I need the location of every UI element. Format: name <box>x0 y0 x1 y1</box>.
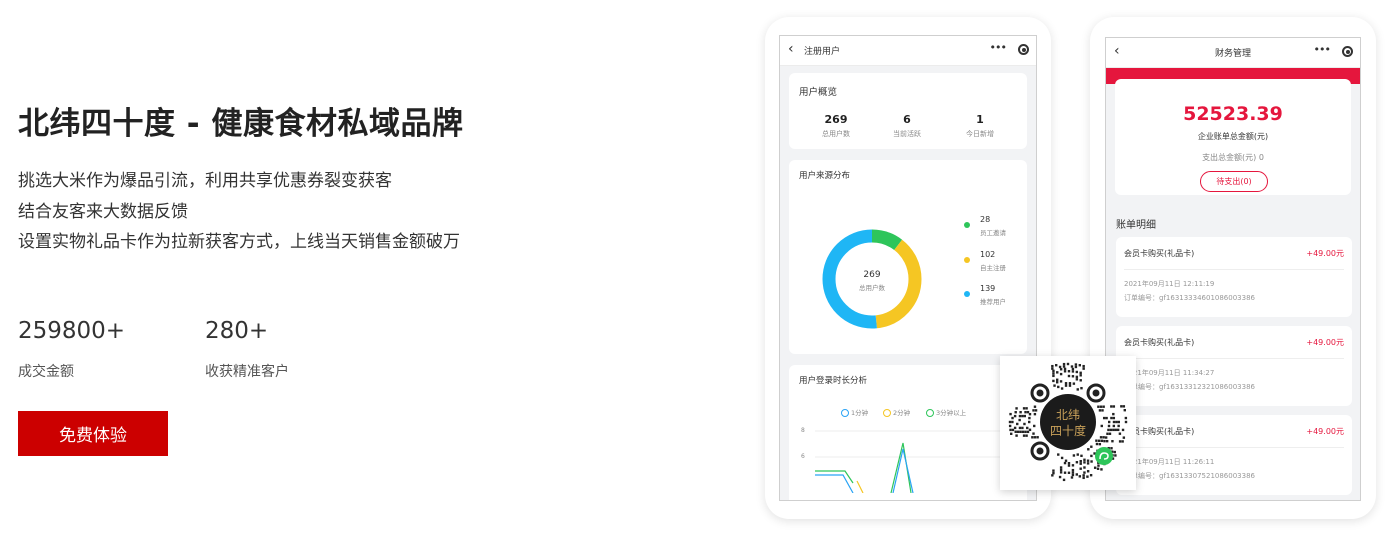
overview-stat: 6 当前活跃 <box>872 113 942 139</box>
bill-list-heading: 账单明细 <box>1116 220 1156 231</box>
legend-marker <box>841 409 849 417</box>
stat-sales: 259800+ 成交金额 <box>18 318 125 381</box>
bill-item[interactable]: 会员卡购买(礼品卡) +49.00元 2021年09月11日 11:26:11 … <box>1116 415 1352 495</box>
bill-title: 会员卡购买(礼品卡) <box>1124 249 1195 258</box>
overview-value: 1 <box>976 113 984 126</box>
pending-expense-button[interactable]: 待支出(0) <box>1200 171 1268 192</box>
mini-program-icon <box>1095 447 1113 465</box>
nav-bar: ‹ 注册用户 ••• <box>780 36 1036 66</box>
line-series-2min <box>856 480 864 493</box>
legend-label: 2分钟 <box>893 409 911 417</box>
qr-finder-dot <box>1036 447 1044 455</box>
login-card: 用户登录时长分析 1分钟 2分钟 3分钟以上 8 6 <box>789 365 1027 500</box>
close-mini-program-icon[interactable] <box>1018 44 1029 55</box>
legend-label: 自主注册 <box>980 264 1006 272</box>
legend-label: 1分钟 <box>851 409 869 417</box>
bill-amount: +49.00元 <box>1306 338 1344 347</box>
free-trial-button[interactable]: 免费体验 <box>18 411 168 456</box>
qr-code-image: 北纬四十度 <box>1008 362 1128 482</box>
brand-logo-text: 北纬 <box>1056 408 1080 422</box>
legend-value: 28 <box>980 215 991 224</box>
line-legend-item: 2分钟 <box>883 407 910 417</box>
donut-center-label: 总用户数 <box>859 284 885 292</box>
divider <box>1124 269 1344 270</box>
description: 挑选大米作为爆品引流，利用共享优惠券裂变获客 结合友客来大数据反馈 设置实物礼品… <box>18 166 460 258</box>
y-tick-label: 6 <box>801 453 805 460</box>
donut-center-value: 269 <box>863 270 881 280</box>
overview-stat: 1 今日新增 <box>945 113 1015 139</box>
legend-marker <box>883 409 891 417</box>
stat-label: 收获精准客户 <box>205 364 289 380</box>
description-line: 结合友客来大数据反馈 <box>18 201 188 222</box>
login-line-chart <box>815 430 1015 493</box>
y-tick-label: 8 <box>801 427 805 434</box>
legend-marker <box>926 409 934 417</box>
stat-label: 成交金额 <box>18 364 74 380</box>
description-line: 设置实物礼品卡作为拉新获客方式，上线当天销售金额破万 <box>18 232 460 252</box>
expense-total: 支出总金额(元) 0 <box>1202 153 1264 162</box>
bill-order-number: 订单编号：gf1631330752108600338​6 <box>1124 472 1255 480</box>
close-mini-program-icon[interactable] <box>1342 46 1353 57</box>
more-icon[interactable]: ••• <box>1314 43 1331 56</box>
line-series-3min <box>815 470 854 484</box>
card-title: 用户概览 <box>799 87 838 98</box>
bill-item[interactable]: 会员卡购买(礼品卡) +49.00元 2021年09月11日 11:34:27 … <box>1116 326 1352 406</box>
overview-label: 今日新增 <box>966 130 994 138</box>
bill-order-number: 订单编号：gf1631331232108600338​6 <box>1124 383 1255 391</box>
divider <box>1124 358 1344 359</box>
bill-item[interactable]: 会员卡购买(礼品卡) +49.00元 2021年09月11日 12:11:19 … <box>1116 237 1352 317</box>
stat-customers: 280+ 收获精准客户 <box>205 318 289 381</box>
overview-card: 用户概览 269 总用户数 6 当前活跃 1 今日新增 <box>789 73 1027 149</box>
nav-bar: ‹ 财务管理 ••• <box>1106 38 1360 68</box>
card-title: 用户来源分布 <box>799 171 851 181</box>
more-icon[interactable]: ••• <box>990 41 1007 54</box>
total-amount-card: 52523.39 企业账单总金额(元) 支出总金额(元) 0 待支出(0) <box>1115 79 1351 195</box>
line-series-1min <box>815 474 854 493</box>
phone-screen: ‹ 财务管理 ••• 52523.39 企业账单总金额(元) 支出总金额(元) … <box>1105 37 1361 501</box>
legend-dot <box>964 222 970 228</box>
overview-stat: 269 总用户数 <box>801 113 871 139</box>
bill-amount: +49.00元 <box>1306 427 1344 436</box>
total-amount-label: 企业账单总金额(元) <box>1197 132 1269 141</box>
bill-date: 2021年09月11日 11:26:11 <box>1124 458 1215 466</box>
line-legend-item: 1分钟 <box>841 407 868 417</box>
stat-value: 259800+ <box>18 318 126 344</box>
line-series-3min-peak <box>890 442 912 493</box>
back-icon[interactable]: ‹ <box>788 41 794 57</box>
overview-label: 总用户数 <box>822 130 850 138</box>
total-amount: 52523.39 <box>1183 103 1283 125</box>
bill-date: 2021年09月11日 12:11:19 <box>1124 280 1215 288</box>
bill-order-number: 订单编号：gf1631333460108600338​6 <box>1124 294 1255 302</box>
divider <box>1124 447 1344 448</box>
page: 北纬四十度 - 健康食材私域品牌 挑选大米作为爆品引流，利用共享优惠券裂变获客 … <box>0 0 1395 533</box>
bill-title: 会员卡购买(礼品卡) <box>1124 338 1195 347</box>
qr-finder-dot <box>1092 389 1100 397</box>
stat-value: 280+ <box>205 318 269 344</box>
overview-label: 当前活跃 <box>893 130 921 138</box>
bill-amount: +49.00元 <box>1306 249 1344 258</box>
line-legend-item: 3分钟以上 <box>926 407 966 417</box>
legend-label: 推荐用户 <box>980 298 1006 306</box>
legend-label: 3分钟以上 <box>936 409 967 417</box>
overview-value: 6 <box>903 113 911 126</box>
legend-value: 139 <box>980 284 996 293</box>
brand-logo <box>1040 394 1096 450</box>
description-line: 挑选大米作为爆品引流，利用共享优惠券裂变获客 <box>18 171 392 191</box>
qr-finder-dot <box>1036 389 1044 397</box>
legend-dot <box>964 257 970 263</box>
source-card: 用户来源分布 269 总用户数 28 员工邀请 102 自主注册 139 推荐用… <box>789 160 1027 354</box>
legend-label: 员工邀请 <box>980 229 1006 237</box>
legend-dot <box>964 291 970 297</box>
nav-title: 注册用户 <box>804 47 841 57</box>
mini-program-qr-code: 北纬 四十度 <box>1000 356 1136 490</box>
brand-logo-text: 四十度 <box>1050 423 1086 438</box>
phone-screen: ‹ 注册用户 ••• 用户概览 269 总用户数 6 当前活跃 1 今日新增 用… <box>779 35 1037 501</box>
page-title: 北纬四十度 - 健康食材私域品牌 <box>18 106 464 142</box>
bill-date: 2021年09月11日 11:34:27 <box>1124 369 1215 377</box>
overview-value: 269 <box>824 113 848 126</box>
card-title: 用户登录时长分析 <box>799 376 868 386</box>
legend-value: 102 <box>980 250 996 259</box>
